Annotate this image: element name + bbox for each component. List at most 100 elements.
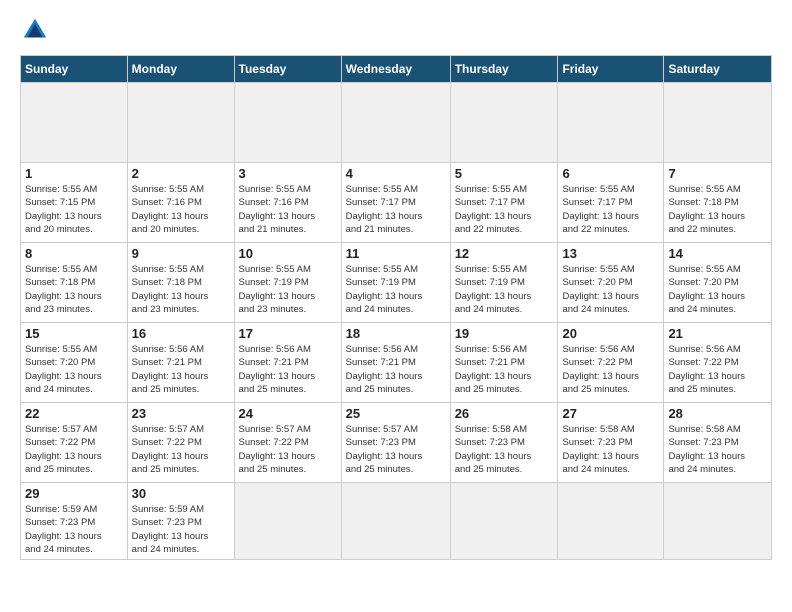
day-number: 4 (346, 166, 446, 181)
day-number: 10 (239, 246, 337, 261)
day-info: Sunrise: 5:55 AM Sunset: 7:16 PM Dayligh… (239, 183, 337, 236)
day-number: 17 (239, 326, 337, 341)
day-info: Sunrise: 5:55 AM Sunset: 7:19 PM Dayligh… (239, 263, 337, 316)
calendar-cell: 27 Sunrise: 5:58 AM Sunset: 7:23 PM Dayli… (558, 403, 664, 483)
day-number: 20 (562, 326, 659, 341)
day-info: Sunrise: 5:55 AM Sunset: 7:19 PM Dayligh… (346, 263, 446, 316)
calendar-cell: 1Sunrise: 5:55 AM Sunset: 7:15 PM Daylig… (21, 163, 128, 243)
day-number: 5 (455, 166, 554, 181)
day-info: Sunrise: 5:57 AM Sunset: 7:22 PM Dayligh… (132, 423, 230, 476)
day-number: 30 (132, 486, 230, 501)
calendar-cell (341, 83, 450, 163)
day-info: Sunrise: 5:57 AM Sunset: 7:22 PM Dayligh… (239, 423, 337, 476)
calendar-cell (341, 483, 450, 560)
day-number: 11 (346, 246, 446, 261)
calendar-cell: 21 Sunrise: 5:56 AM Sunset: 7:22 PM Dayli… (664, 323, 772, 403)
day-info: Sunrise: 5:59 AM Sunset: 7:23 PM Dayligh… (132, 503, 230, 556)
calendar-cell: 8Sunrise: 5:55 AM Sunset: 7:18 PM Daylig… (21, 243, 128, 323)
weekday-header: Friday (558, 56, 664, 83)
calendar-cell: 23 Sunrise: 5:57 AM Sunset: 7:22 PM Dayli… (127, 403, 234, 483)
day-info: Sunrise: 5:55 AM Sunset: 7:18 PM Dayligh… (668, 183, 767, 236)
calendar-cell: 18 Sunrise: 5:56 AM Sunset: 7:21 PM Dayli… (341, 323, 450, 403)
calendar-header-row: SundayMondayTuesdayWednesdayThursdayFrid… (21, 56, 772, 83)
calendar-table: SundayMondayTuesdayWednesdayThursdayFrid… (20, 55, 772, 560)
calendar-cell: 20 Sunrise: 5:56 AM Sunset: 7:22 PM Dayli… (558, 323, 664, 403)
day-info: Sunrise: 5:56 AM Sunset: 7:22 PM Dayligh… (562, 343, 659, 396)
day-number: 18 (346, 326, 446, 341)
day-number: 9 (132, 246, 230, 261)
calendar-cell: 16Sunrise: 5:56 AM Sunset: 7:21 PM Dayli… (127, 323, 234, 403)
calendar-cell: 14Sunrise: 5:55 AM Sunset: 7:20 PM Dayli… (664, 243, 772, 323)
weekday-header: Sunday (21, 56, 128, 83)
calendar-cell (127, 83, 234, 163)
day-number: 19 (455, 326, 554, 341)
day-number: 13 (562, 246, 659, 261)
calendar-cell: 25 Sunrise: 5:57 AM Sunset: 7:23 PM Dayli… (341, 403, 450, 483)
weekday-header: Wednesday (341, 56, 450, 83)
day-info: Sunrise: 5:58 AM Sunset: 7:23 PM Dayligh… (562, 423, 659, 476)
day-info: Sunrise: 5:55 AM Sunset: 7:18 PM Dayligh… (132, 263, 230, 316)
day-info: Sunrise: 5:55 AM Sunset: 7:15 PM Dayligh… (25, 183, 123, 236)
logo-icon (20, 15, 50, 45)
logo (20, 15, 54, 45)
header (20, 15, 772, 45)
day-number: 25 (346, 406, 446, 421)
weekday-header: Tuesday (234, 56, 341, 83)
calendar-cell: 15 Sunrise: 5:55 AM Sunset: 7:20 PM Dayli… (21, 323, 128, 403)
calendar-cell: 3 Sunrise: 5:55 AM Sunset: 7:16 PM Daylig… (234, 163, 341, 243)
calendar-cell: 10 Sunrise: 5:55 AM Sunset: 7:19 PM Dayli… (234, 243, 341, 323)
day-info: Sunrise: 5:55 AM Sunset: 7:17 PM Dayligh… (346, 183, 446, 236)
day-info: Sunrise: 5:56 AM Sunset: 7:21 PM Dayligh… (346, 343, 446, 396)
calendar-cell: 11 Sunrise: 5:55 AM Sunset: 7:19 PM Dayli… (341, 243, 450, 323)
calendar-cell: 22 Sunrise: 5:57 AM Sunset: 7:22 PM Dayli… (21, 403, 128, 483)
day-info: Sunrise: 5:55 AM Sunset: 7:20 PM Dayligh… (562, 263, 659, 316)
calendar-week-row (21, 83, 772, 163)
day-info: Sunrise: 5:58 AM Sunset: 7:23 PM Dayligh… (455, 423, 554, 476)
calendar-cell: 2 Sunrise: 5:55 AM Sunset: 7:16 PM Daylig… (127, 163, 234, 243)
day-info: Sunrise: 5:55 AM Sunset: 7:17 PM Dayligh… (562, 183, 659, 236)
day-number: 21 (668, 326, 767, 341)
day-number: 23 (132, 406, 230, 421)
day-number: 3 (239, 166, 337, 181)
calendar-cell (558, 83, 664, 163)
calendar-week-row: 22 Sunrise: 5:57 AM Sunset: 7:22 PM Dayli… (21, 403, 772, 483)
day-info: Sunrise: 5:56 AM Sunset: 7:21 PM Dayligh… (239, 343, 337, 396)
page: SundayMondayTuesdayWednesdayThursdayFrid… (0, 0, 792, 612)
calendar-week-row: 1Sunrise: 5:55 AM Sunset: 7:15 PM Daylig… (21, 163, 772, 243)
calendar-cell: 5Sunrise: 5:55 AM Sunset: 7:17 PM Daylig… (450, 163, 558, 243)
weekday-header: Monday (127, 56, 234, 83)
calendar-cell: 13 Sunrise: 5:55 AM Sunset: 7:20 PM Dayli… (558, 243, 664, 323)
calendar-cell: 17 Sunrise: 5:56 AM Sunset: 7:21 PM Dayli… (234, 323, 341, 403)
calendar-cell (21, 83, 128, 163)
day-number: 27 (562, 406, 659, 421)
calendar-cell (234, 483, 341, 560)
calendar-cell (234, 83, 341, 163)
day-number: 2 (132, 166, 230, 181)
day-info: Sunrise: 5:59 AM Sunset: 7:23 PM Dayligh… (25, 503, 123, 556)
calendar-cell (558, 483, 664, 560)
day-info: Sunrise: 5:57 AM Sunset: 7:22 PM Dayligh… (25, 423, 123, 476)
calendar-cell (450, 83, 558, 163)
day-number: 15 (25, 326, 123, 341)
day-number: 22 (25, 406, 123, 421)
day-info: Sunrise: 5:55 AM Sunset: 7:20 PM Dayligh… (668, 263, 767, 316)
calendar-cell: 6Sunrise: 5:55 AM Sunset: 7:17 PM Daylig… (558, 163, 664, 243)
day-info: Sunrise: 5:55 AM Sunset: 7:20 PM Dayligh… (25, 343, 123, 396)
weekday-header: Thursday (450, 56, 558, 83)
day-info: Sunrise: 5:56 AM Sunset: 7:21 PM Dayligh… (455, 343, 554, 396)
weekday-header: Saturday (664, 56, 772, 83)
day-info: Sunrise: 5:56 AM Sunset: 7:22 PM Dayligh… (668, 343, 767, 396)
calendar-cell: 28Sunrise: 5:58 AM Sunset: 7:23 PM Dayli… (664, 403, 772, 483)
calendar-cell: 9 Sunrise: 5:55 AM Sunset: 7:18 PM Daylig… (127, 243, 234, 323)
calendar-week-row: 15 Sunrise: 5:55 AM Sunset: 7:20 PM Dayli… (21, 323, 772, 403)
calendar-cell (664, 483, 772, 560)
calendar-cell: 26 Sunrise: 5:58 AM Sunset: 7:23 PM Dayli… (450, 403, 558, 483)
calendar-cell: 4 Sunrise: 5:55 AM Sunset: 7:17 PM Daylig… (341, 163, 450, 243)
calendar-cell (450, 483, 558, 560)
day-info: Sunrise: 5:55 AM Sunset: 7:16 PM Dayligh… (132, 183, 230, 236)
day-info: Sunrise: 5:56 AM Sunset: 7:21 PM Dayligh… (132, 343, 230, 396)
calendar-cell: 19 Sunrise: 5:56 AM Sunset: 7:21 PM Dayli… (450, 323, 558, 403)
day-number: 26 (455, 406, 554, 421)
calendar-cell: 24Sunrise: 5:57 AM Sunset: 7:22 PM Dayli… (234, 403, 341, 483)
day-info: Sunrise: 5:57 AM Sunset: 7:23 PM Dayligh… (346, 423, 446, 476)
